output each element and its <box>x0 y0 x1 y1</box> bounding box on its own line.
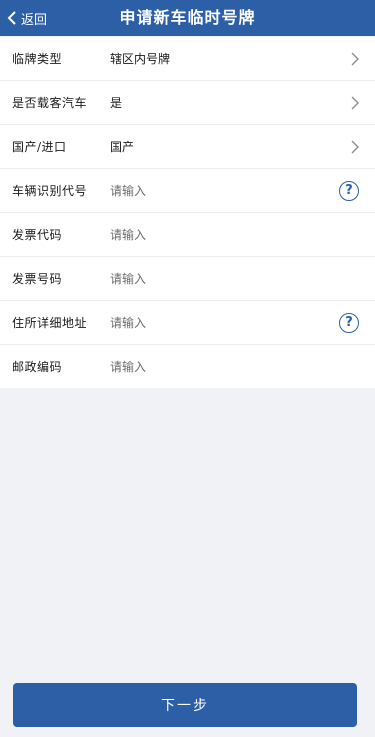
address-input[interactable] <box>108 309 312 336</box>
chevron-right-icon <box>351 140 359 154</box>
passenger-car-label: 是否载客汽车 <box>12 96 88 110</box>
invoice-code-label: 发票代码 <box>12 228 63 242</box>
origin-value: 国产 <box>110 140 135 154</box>
postal-code-label: 邮政编码 <box>12 360 63 374</box>
origin-label: 国产/进口 <box>12 140 67 154</box>
chevron-right-icon <box>351 52 359 66</box>
plate-type-label: 临牌类型 <box>12 52 63 66</box>
vin-row: 车辆识别代号 ? <box>0 169 375 213</box>
plate-type-row[interactable]: 临牌类型 辖区内号牌 <box>0 37 375 81</box>
postal-code-row: 邮政编码 <box>0 345 375 388</box>
invoice-number-row: 发票号码 <box>0 257 375 301</box>
help-icon[interactable]: ? <box>339 180 359 201</box>
passenger-car-value: 是 <box>110 96 123 110</box>
vin-input[interactable] <box>108 177 312 204</box>
help-icon[interactable]: ? <box>339 312 359 333</box>
invoice-code-row: 发票代码 <box>0 213 375 257</box>
passenger-car-row[interactable]: 是否载客汽车 是 <box>0 81 375 125</box>
page-title: 申请新车临时号牌 <box>119 8 256 27</box>
invoice-number-input[interactable] <box>108 265 312 292</box>
origin-row[interactable]: 国产/进口 国产 <box>0 125 375 169</box>
address-row: 住所详细地址 ? <box>0 301 375 345</box>
vin-label: 车辆识别代号 <box>12 184 88 198</box>
chevron-right-icon <box>351 96 359 110</box>
postal-code-input[interactable] <box>108 353 312 380</box>
address-label: 住所详细地址 <box>12 316 88 330</box>
application-form: 临牌类型 辖区内号牌 是否载客汽车 是 国产/进口 国产 车辆识别代号 ? 发票… <box>0 37 375 388</box>
plate-type-value: 辖区内号牌 <box>110 52 171 66</box>
invoice-number-label: 发票号码 <box>12 272 63 286</box>
app-header: 返回 申请新车临时号牌 <box>0 0 375 36</box>
next-step-button[interactable]: 下一步 <box>13 683 357 727</box>
invoice-code-input[interactable] <box>108 221 312 248</box>
